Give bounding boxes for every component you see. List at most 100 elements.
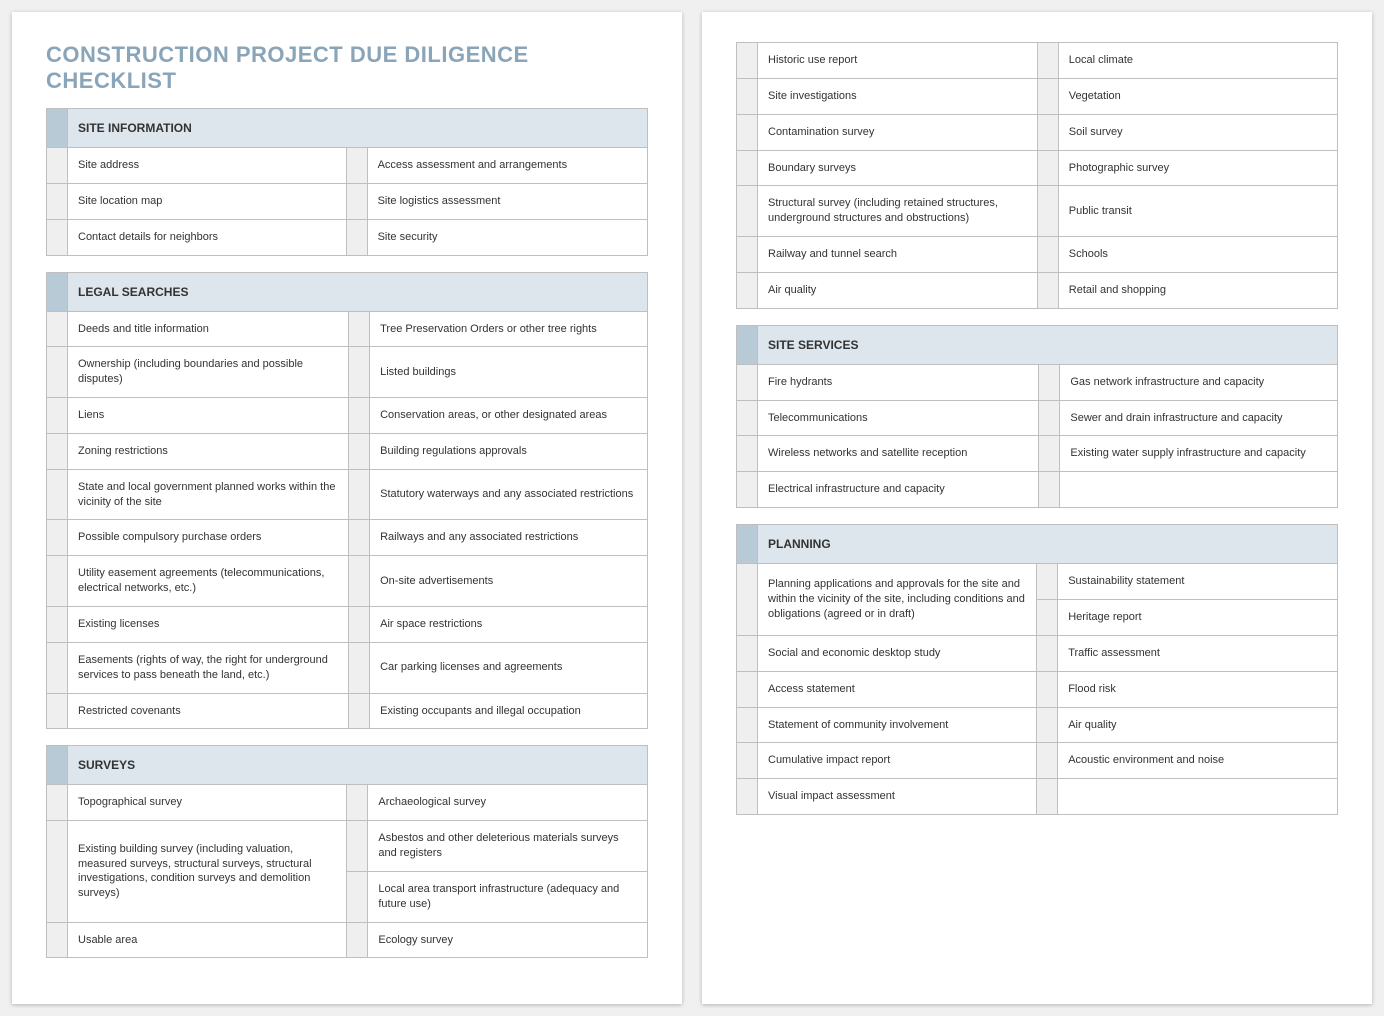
checkbox[interactable] bbox=[1037, 671, 1058, 707]
checkbox[interactable] bbox=[1037, 237, 1058, 273]
checklist-item: On-site advertisements bbox=[370, 556, 648, 607]
checkbox[interactable] bbox=[737, 272, 758, 308]
checkbox[interactable] bbox=[737, 43, 758, 79]
checklist-item: Ownership (including boundaries and poss… bbox=[68, 347, 349, 398]
checkbox[interactable] bbox=[349, 433, 370, 469]
checkbox[interactable] bbox=[737, 436, 758, 472]
checkbox[interactable] bbox=[47, 606, 68, 642]
checklist-item: Acoustic environment and noise bbox=[1058, 743, 1338, 779]
checkbox[interactable] bbox=[346, 148, 367, 184]
checkbox[interactable] bbox=[349, 311, 370, 347]
checkbox[interactable] bbox=[347, 785, 368, 821]
checklist-item: Air quality bbox=[1058, 707, 1338, 743]
checkbox[interactable] bbox=[737, 779, 758, 815]
section-surveys-continued: Historic use reportLocal climate Site in… bbox=[736, 42, 1338, 309]
checklist-item: Planning applications and approvals for … bbox=[758, 564, 1037, 636]
checkbox[interactable] bbox=[1037, 186, 1058, 237]
checkbox[interactable] bbox=[47, 785, 68, 821]
checkbox[interactable] bbox=[1037, 114, 1058, 150]
checklist-item: Existing water supply infrastructure and… bbox=[1060, 436, 1338, 472]
checkbox[interactable] bbox=[47, 398, 68, 434]
checkbox[interactable] bbox=[1039, 400, 1060, 436]
checkbox[interactable] bbox=[47, 219, 68, 255]
checkbox[interactable] bbox=[349, 520, 370, 556]
checkbox[interactable] bbox=[346, 183, 367, 219]
checkbox[interactable] bbox=[1039, 436, 1060, 472]
checkbox[interactable] bbox=[47, 821, 68, 922]
checkbox[interactable] bbox=[47, 922, 68, 958]
checklist-item: Railways and any associated restrictions bbox=[370, 520, 648, 556]
checkbox[interactable] bbox=[737, 635, 758, 671]
section-legal-searches: LEGAL SEARCHES Deeds and title informati… bbox=[46, 272, 648, 730]
checkbox[interactable] bbox=[1037, 43, 1058, 79]
checkbox[interactable] bbox=[47, 469, 68, 520]
checkbox[interactable] bbox=[737, 400, 758, 436]
checkbox[interactable] bbox=[1037, 78, 1058, 114]
checkbox[interactable] bbox=[737, 186, 758, 237]
checkbox[interactable] bbox=[347, 821, 368, 872]
section-site-services: SITE SERVICES Fire hydrantsGas network i… bbox=[736, 325, 1338, 508]
checkbox[interactable] bbox=[737, 150, 758, 186]
checkbox[interactable] bbox=[1039, 364, 1060, 400]
checkbox[interactable] bbox=[737, 78, 758, 114]
section-planning: PLANNING Planning applications and appro… bbox=[736, 524, 1338, 815]
checkbox[interactable] bbox=[349, 606, 370, 642]
checkbox[interactable] bbox=[349, 693, 370, 729]
checkbox[interactable] bbox=[349, 642, 370, 693]
checkbox[interactable] bbox=[346, 219, 367, 255]
checkbox[interactable] bbox=[737, 114, 758, 150]
checkbox[interactable] bbox=[349, 398, 370, 434]
section-header: SITE SERVICES bbox=[758, 325, 1338, 364]
checkbox[interactable] bbox=[47, 148, 68, 184]
page-1: CONSTRUCTION PROJECT DUE DILIGENCE CHECK… bbox=[12, 12, 682, 1004]
checkbox[interactable] bbox=[737, 237, 758, 273]
checkbox[interactable] bbox=[1037, 743, 1058, 779]
checkbox[interactable] bbox=[47, 520, 68, 556]
checkbox[interactable] bbox=[349, 347, 370, 398]
checklist-item: Site location map bbox=[68, 183, 347, 219]
checklist-item: Contact details for neighbors bbox=[68, 219, 347, 255]
checkbox[interactable] bbox=[47, 433, 68, 469]
checkbox[interactable] bbox=[737, 472, 758, 508]
checklist-item: Statement of community involvement bbox=[758, 707, 1037, 743]
checkbox[interactable] bbox=[47, 642, 68, 693]
checkbox[interactable] bbox=[1037, 707, 1058, 743]
checkbox[interactable] bbox=[47, 556, 68, 607]
checkbox[interactable] bbox=[737, 707, 758, 743]
checklist-item: Utility easement agreements (telecommuni… bbox=[68, 556, 349, 607]
checkbox[interactable] bbox=[47, 311, 68, 347]
checklist-item: Air space restrictions bbox=[370, 606, 648, 642]
checkbox[interactable] bbox=[1037, 564, 1058, 600]
checklist-item: Flood risk bbox=[1058, 671, 1338, 707]
checkbox[interactable] bbox=[737, 671, 758, 707]
checklist-item: Site investigations bbox=[758, 78, 1038, 114]
section-header: PLANNING bbox=[758, 525, 1338, 564]
checkbox[interactable] bbox=[349, 469, 370, 520]
checkbox[interactable] bbox=[1037, 599, 1058, 635]
checkbox[interactable] bbox=[1037, 779, 1058, 815]
checkbox[interactable] bbox=[1037, 272, 1058, 308]
checklist-item: Deeds and title information bbox=[68, 311, 349, 347]
section-header: SITE INFORMATION bbox=[68, 109, 648, 148]
checkbox[interactable] bbox=[347, 871, 368, 922]
checkbox[interactable] bbox=[47, 183, 68, 219]
checkbox[interactable] bbox=[347, 922, 368, 958]
checklist-item: Asbestos and other deleterious materials… bbox=[368, 821, 648, 872]
checkbox[interactable] bbox=[47, 347, 68, 398]
checklist-item: Vegetation bbox=[1058, 78, 1337, 114]
checkbox[interactable] bbox=[349, 556, 370, 607]
checklist-item: Possible compulsory purchase orders bbox=[68, 520, 349, 556]
checkbox[interactable] bbox=[1037, 150, 1058, 186]
checkbox[interactable] bbox=[737, 743, 758, 779]
checklist-item: Air quality bbox=[758, 272, 1038, 308]
checklist-item: Ecology survey bbox=[368, 922, 648, 958]
checkbox[interactable] bbox=[47, 693, 68, 729]
checkbox[interactable] bbox=[737, 364, 758, 400]
checkbox[interactable] bbox=[1037, 635, 1058, 671]
checklist-item: Archaeological survey bbox=[368, 785, 648, 821]
checkbox[interactable] bbox=[737, 564, 758, 636]
checklist-item: Restricted covenants bbox=[68, 693, 349, 729]
checklist-item: Site address bbox=[68, 148, 347, 184]
checkbox[interactable] bbox=[1039, 472, 1060, 508]
checklist-item: Tree Preservation Orders or other tree r… bbox=[370, 311, 648, 347]
